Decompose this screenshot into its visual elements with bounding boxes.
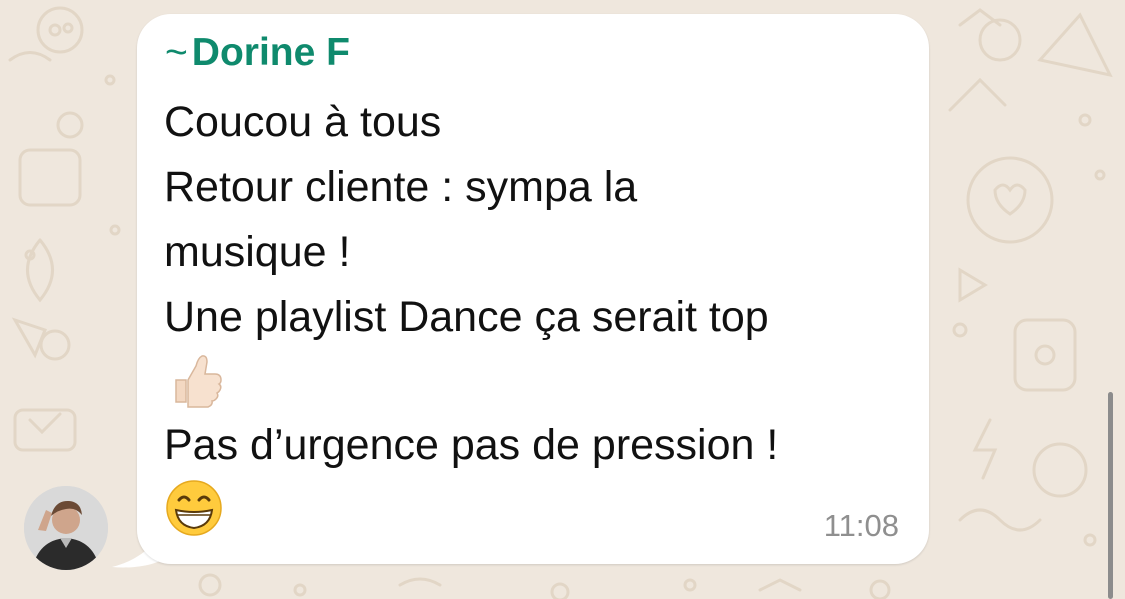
emoji-line — [164, 478, 904, 541]
message-time: 11:08 — [823, 508, 899, 543]
message-line: musique ! — [164, 228, 351, 276]
emoji-line — [164, 350, 904, 413]
grinning-face-icon — [166, 480, 222, 536]
message-line: Pas d’urgence pas de pression ! — [164, 421, 779, 469]
avatar-photo-icon — [24, 486, 108, 570]
message-line: Coucou à tous — [164, 98, 442, 146]
thumbs-up-icon — [175, 355, 222, 408]
message-line: Une playlist Dance ça serait top — [164, 293, 769, 341]
sender-name-label: Dorine F — [191, 31, 350, 74]
message-text: Coucou à tous Retour cliente : sympa la … — [164, 90, 904, 541]
message-line: Retour cliente : sympa la — [164, 163, 638, 211]
message-bubble[interactable]: ~ Dorine F Coucou à tous Retour cliente :… — [137, 14, 929, 564]
scrollbar[interactable] — [1108, 392, 1113, 599]
sender-name[interactable]: ~ Dorine F — [165, 28, 350, 78]
sender-prefix: ~ — [165, 31, 188, 74]
sender-avatar[interactable] — [24, 486, 108, 570]
